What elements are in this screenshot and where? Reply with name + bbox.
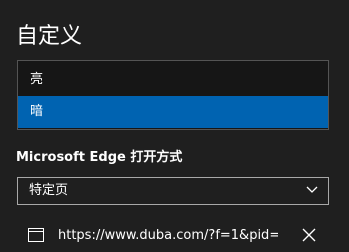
page-icon [28,228,44,242]
page-list-item: https://www.duba.com/?f=1&pid=100 [17,222,329,250]
open-with-dropdown[interactable]: 特定页 [17,177,329,205]
page-url: https://www.duba.com/?f=1&pid=100 [58,228,278,243]
customize-title: 自定义 [16,24,83,49]
chevron-down-icon [306,186,318,193]
open-with-selected-value: 特定页 [29,183,69,198]
close-icon[interactable] [301,227,317,243]
theme-option-dark[interactable]: 暗 [18,96,328,128]
theme-listbox[interactable]: 亮 暗 [17,60,329,130]
theme-option-light[interactable]: 亮 [18,64,328,96]
open-with-label: Microsoft Edge 打开方式 [16,150,183,165]
